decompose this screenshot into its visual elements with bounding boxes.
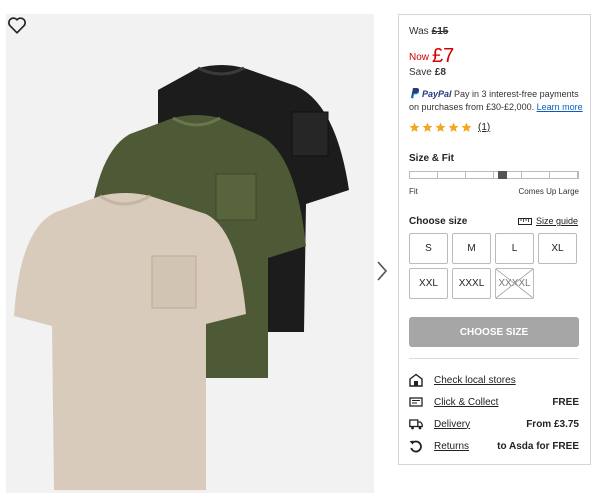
truck-icon [409, 419, 423, 430]
click-collect-value: FREE [552, 396, 579, 408]
delivery-link[interactable]: Delivery [434, 419, 526, 430]
size-label: XXL [419, 278, 438, 289]
heart-icon[interactable] [6, 14, 28, 36]
divider [409, 358, 579, 359]
size-label: XXXL [458, 278, 485, 289]
purchase-panel: Was £15 Now £7 Save £8 PayPal Pay in 3 inte… [398, 14, 591, 465]
collect-icon [409, 397, 423, 407]
fit-min-label: Fit [409, 187, 418, 196]
save-label: Save [409, 67, 432, 78]
return-icon [409, 440, 422, 453]
fit-marker [498, 171, 507, 179]
was-price: Was £15 [409, 26, 448, 37]
size-option-l[interactable]: L [495, 233, 534, 264]
delivery-value: From £3.75 [526, 418, 579, 430]
old-price: £15 [431, 26, 449, 37]
product-image [6, 14, 374, 493]
review-count-link[interactable]: (1) [478, 122, 490, 133]
star-icon [461, 122, 472, 132]
star-icon [422, 122, 433, 132]
size-label: L [511, 243, 518, 254]
choose-size-title: Choose size [409, 216, 468, 227]
now-price: Now £7 [409, 43, 455, 67]
size-option-xxxl[interactable]: XXXL [452, 268, 491, 299]
returns-value: to Asda for FREE [497, 440, 579, 452]
paypal-icon [411, 88, 420, 99]
tshirt-stack-illustration [14, 65, 349, 490]
size-option-xxxxl: XXXXL [495, 268, 534, 299]
chevron-right-icon[interactable] [375, 259, 389, 283]
size-option-xl[interactable]: XL [538, 233, 577, 264]
store-icon [409, 373, 423, 387]
click-collect-link[interactable]: Click & Collect [434, 397, 552, 408]
star-icon [409, 122, 420, 132]
size-option-m[interactable]: M [452, 233, 491, 264]
service-click-collect: Click & Collect FREE [409, 394, 579, 410]
service-check-stores: Check local stores [409, 372, 579, 388]
unavailable-cross-icon [496, 269, 533, 298]
now-label: Now [409, 52, 430, 63]
saving: Save £8 [409, 67, 446, 78]
size-label: XL [551, 243, 564, 254]
paypal-banner: PayPal Pay in 3 interest-free payments o… [409, 87, 584, 114]
size-option-xxl[interactable]: XXL [409, 268, 448, 299]
returns-link[interactable]: Returns [434, 441, 497, 452]
save-amount: £8 [434, 67, 446, 78]
was-label: Was [409, 26, 429, 37]
check-stores-link[interactable]: Check local stores [434, 375, 579, 386]
paypal-brand: PayPal [422, 89, 452, 99]
star-icon [435, 122, 446, 132]
fit-scale [409, 171, 579, 179]
fit-title: Size & Fit [409, 153, 455, 164]
size-option-s[interactable]: S [409, 233, 448, 264]
service-delivery: Delivery From £3.75 [409, 416, 579, 432]
fit-max-label: Comes Up Large [518, 187, 579, 196]
size-label: M [467, 243, 476, 254]
star-icon [448, 122, 459, 132]
size-label: S [425, 243, 432, 254]
service-returns: Returns to Asda for FREE [409, 438, 579, 454]
ruler-icon [517, 217, 532, 225]
size-options: S M L XL XXL XXXL XXXXL [409, 233, 579, 299]
size-guide-label: Size guide [535, 216, 578, 226]
learn-more-link[interactable]: Learn more [537, 102, 583, 112]
choose-size-button[interactable]: CHOOSE SIZE [409, 317, 579, 347]
current-price: £7 [432, 45, 455, 67]
rating: (1) [409, 122, 490, 133]
size-guide-link[interactable]: Size guide [517, 216, 578, 226]
